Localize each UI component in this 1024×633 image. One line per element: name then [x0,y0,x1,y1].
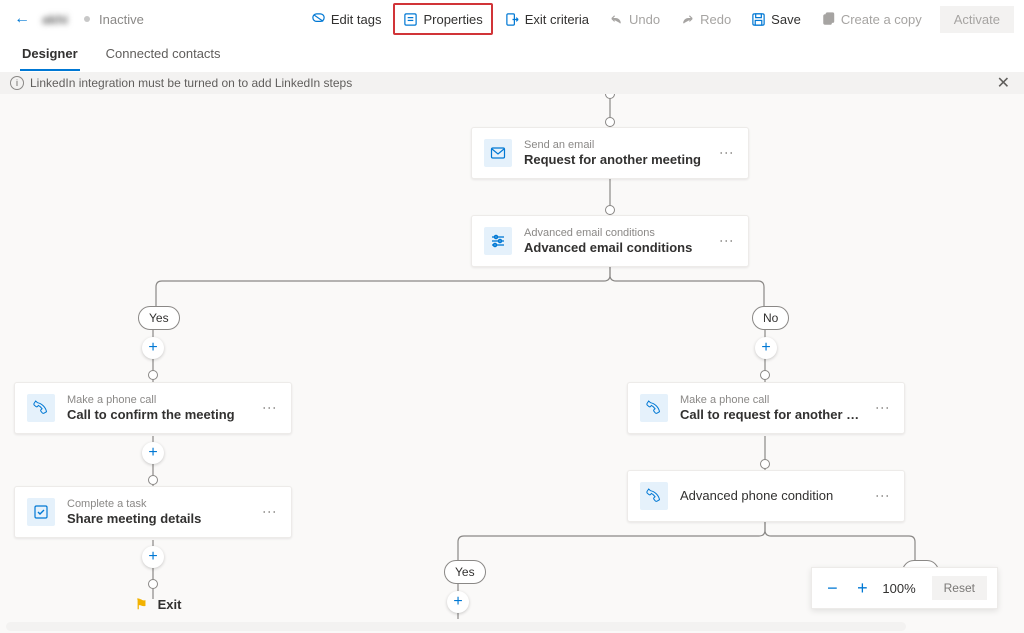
redo-icon [680,12,695,27]
undo-icon [609,12,624,27]
add-step-button[interactable]: + [142,546,164,568]
command-bar: ← akhi Inactive Edit tags Properties Exi… [0,0,1024,38]
zoom-reset-button[interactable]: Reset [932,576,987,600]
info-bar: i LinkedIn integration must be turned on… [0,72,1024,94]
node-title-label: Request for another meeting [524,152,706,168]
copy-icon [821,12,836,27]
add-step-button[interactable]: + [142,442,164,464]
task-icon [27,498,55,526]
create-copy-label: Create a copy [841,12,922,27]
node-title-label: Advanced phone condition [680,488,862,504]
flow-node-phone-condition[interactable]: Advanced phone condition ⋮ [627,470,905,522]
branch-yes-pill[interactable]: Yes [444,560,486,584]
email-icon [484,139,512,167]
node-more-button[interactable]: ⋮ [261,501,279,523]
save-button[interactable]: Save [743,5,809,33]
exit-criteria-icon [505,12,520,27]
properties-label: Properties [423,12,482,27]
node-title-label: Advanced email conditions [524,240,706,256]
zoom-control: − + 100% Reset [811,567,998,609]
node-title-label: Call to request for another meeting [680,407,862,423]
branch-yes-pill[interactable]: Yes [138,306,180,330]
node-title-label: Call to confirm the meeting [67,407,249,423]
exit-criteria-label: Exit criteria [525,12,589,27]
flow-connector-dot [148,370,158,380]
properties-icon [403,12,418,27]
save-icon [751,12,766,27]
add-step-button[interactable]: + [755,337,777,359]
flag-icon: ⚑ [135,596,148,613]
tag-icon [311,12,326,27]
flow-node-share-task[interactable]: Complete a task Share meeting details ⋮ [14,486,292,538]
node-kind-label: Make a phone call [680,393,862,407]
phone-icon [640,482,668,510]
node-more-button[interactable]: ⋮ [718,230,736,252]
flow-connector-dot [760,370,770,380]
tab-designer[interactable]: Designer [20,46,80,71]
exit-criteria-button[interactable]: Exit criteria [497,5,597,33]
edit-tags-label: Edit tags [331,12,382,27]
phone-icon [640,394,668,422]
node-more-button[interactable]: ⋮ [874,397,892,419]
activate-button[interactable]: Activate [940,6,1014,33]
flow-node-send-email[interactable]: Send an email Request for another meetin… [471,127,749,179]
record-name: akhi [38,12,72,27]
flow-node-email-conditions[interactable]: Advanced email conditions Advanced email… [471,215,749,267]
undo-label: Undo [629,12,660,27]
node-kind-label: Advanced email conditions [524,226,706,240]
flow-connector-dot [148,579,158,589]
create-copy-button[interactable]: Create a copy [813,5,930,33]
phone-icon [27,394,55,422]
node-kind-label: Send an email [524,138,706,152]
flow-exit-node[interactable]: ⚑ Exit [135,596,181,613]
back-arrow-icon[interactable]: ← [10,10,34,28]
node-more-button[interactable]: ⋮ [718,142,736,164]
redo-label: Redo [700,12,731,27]
save-label: Save [771,12,801,27]
status-label: Inactive [99,12,144,27]
flow-node-call-confirm[interactable]: Make a phone call Call to confirm the me… [14,382,292,434]
node-kind-label: Make a phone call [67,393,249,407]
zoom-level: 100% [882,581,915,596]
flow-node-call-request[interactable]: Make a phone call Call to request for an… [627,382,905,434]
properties-button[interactable]: Properties [395,5,490,33]
node-title-label: Share meeting details [67,511,249,527]
edit-tags-button[interactable]: Edit tags [303,5,390,33]
zoom-in-button[interactable]: + [852,581,872,595]
status-dot-icon [84,16,90,22]
flow-canvas[interactable]: Send an email Request for another meetin… [0,94,1024,633]
flow-connector-dot [605,94,615,99]
zoom-out-button[interactable]: − [822,581,842,595]
flow-connector-dot [605,117,615,127]
redo-button[interactable]: Redo [672,5,739,33]
tab-connected-contacts[interactable]: Connected contacts [104,46,223,71]
properties-highlight: Properties [393,3,492,35]
node-kind-label: Complete a task [67,497,249,511]
info-message: LinkedIn integration must be turned on t… [30,76,352,90]
exit-label: Exit [158,597,182,612]
branch-no-pill[interactable]: No [752,306,789,330]
sliders-icon [484,227,512,255]
horizontal-scrollbar[interactable] [6,622,906,631]
add-step-button[interactable]: + [447,591,469,613]
flow-connector-dot [605,205,615,215]
undo-button[interactable]: Undo [601,5,668,33]
flow-connector-dot [148,475,158,485]
flow-connector-dot [760,459,770,469]
info-icon: i [10,76,24,90]
node-more-button[interactable]: ⋮ [874,485,892,507]
info-close-button[interactable]: ✕ [993,73,1014,93]
tab-bar: Designer Connected contacts [0,38,1024,72]
add-step-button[interactable]: + [142,337,164,359]
node-more-button[interactable]: ⋮ [261,397,279,419]
